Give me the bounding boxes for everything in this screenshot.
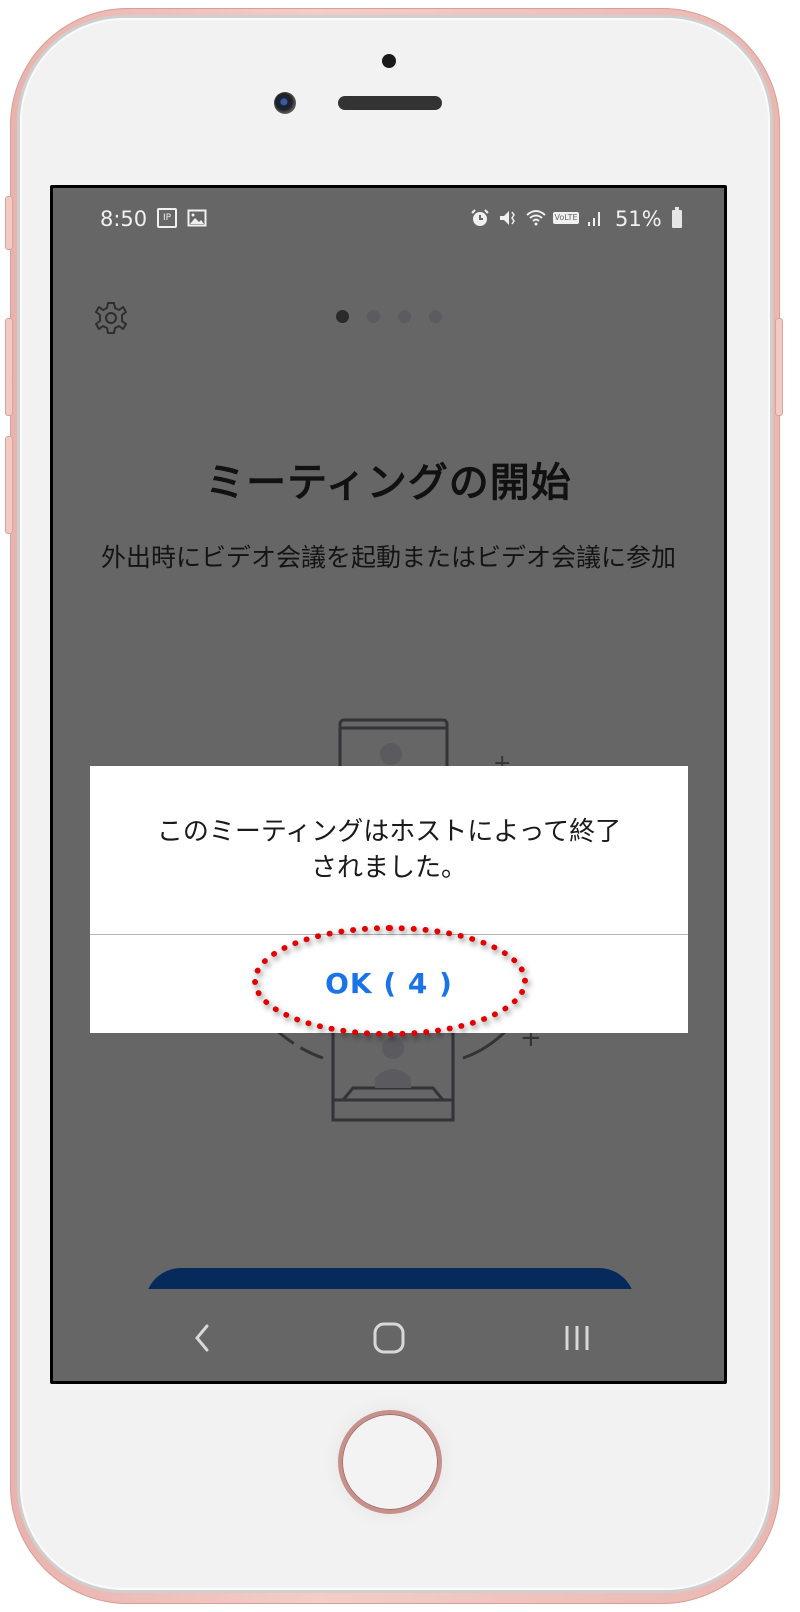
- earpiece-speaker: [338, 96, 442, 110]
- navigation-bar: [53, 1298, 724, 1378]
- front-camera: [274, 92, 296, 114]
- signal-icon: [585, 208, 605, 228]
- volume-up-button: [5, 318, 13, 416]
- bottom-avatar-body: [375, 1069, 411, 1088]
- page-subtitle: 外出時にビデオ会議を起動またはビデオ会議に参加: [100, 543, 676, 572]
- recents-icon[interactable]: [557, 1318, 597, 1358]
- page-indicator: [336, 310, 442, 323]
- highlight-annotation: [252, 925, 528, 1037]
- back-icon[interactable]: [183, 1318, 223, 1358]
- wifi-icon: [525, 208, 546, 228]
- call-ip-icon: IP: [157, 208, 177, 228]
- volume-down-button: [5, 436, 13, 534]
- bottom-avatar-icon: [382, 1037, 404, 1059]
- status-bar: 8:50 IP VoLTE 51%: [53, 188, 724, 248]
- page-dot-4[interactable]: [429, 310, 442, 323]
- battery-icon: [672, 207, 682, 228]
- phone-home-button[interactable]: [338, 1410, 442, 1514]
- status-time: 8:50: [100, 207, 148, 231]
- home-icon[interactable]: [369, 1318, 409, 1358]
- page-dot-2[interactable]: [367, 310, 380, 323]
- volte-icon: VoLTE: [553, 212, 579, 224]
- vibrate-mute-icon: [498, 208, 518, 228]
- alarm-icon: [470, 208, 490, 228]
- phone-side-button: [5, 196, 13, 250]
- image-icon: [187, 208, 207, 228]
- page-dot-1[interactable]: [336, 310, 349, 323]
- page-dot-3[interactable]: [398, 310, 411, 323]
- battery-percent: 51%: [615, 207, 662, 231]
- dialog-message: このミーティングはホストによって終了 されました。: [156, 817, 622, 883]
- proximity-sensor: [382, 54, 396, 68]
- page-title: ミーティングの開始: [205, 460, 572, 506]
- gear-icon[interactable]: [93, 300, 129, 336]
- power-button: [775, 318, 783, 416]
- top-avatar-icon: [380, 743, 402, 765]
